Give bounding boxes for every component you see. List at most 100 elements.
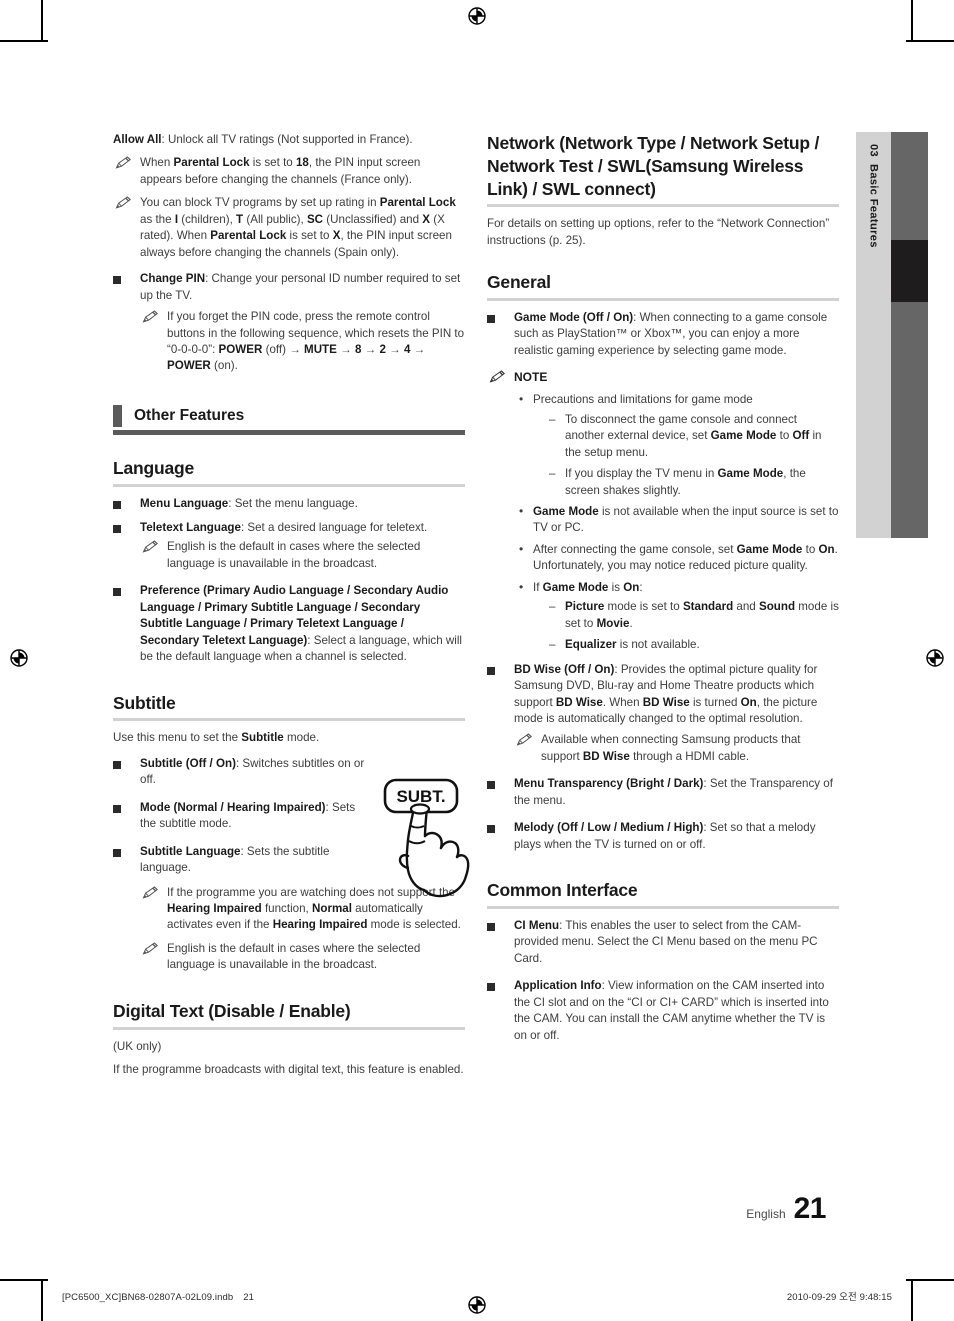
note-text: You can block TV programs by set up rati… [140,196,456,259]
menu-language-text: Menu Language: Set the menu language. [140,496,358,510]
crop-mark-bottom-left-horizontal [0,1279,48,1281]
list-item-preference-languages: Preference (Primary Audio Language / Sec… [113,583,465,665]
note-text: Available when connecting Samsung produc… [541,733,801,763]
note-sub-text: Picture mode is set to Standard and Soun… [565,600,839,630]
melody-text: Melody (Off / Low / Medium / High): Set … [514,821,816,851]
pencil-icon [489,370,506,383]
subtitle-mode-text: Mode (Normal / Hearing Impaired): Sets t… [140,800,356,831]
registration-mark-bottom [464,1292,490,1318]
crop-mark-top-left-vertical [41,0,43,40]
pencil-icon [115,156,132,170]
crop-mark-top-right-vertical [911,0,913,40]
note-bullet-text: If Game Mode is On: [533,580,643,594]
digital-text-description: If the programme broadcasts with digital… [113,1063,464,1077]
game-mode-text: Game Mode (Off / On): When connecting to… [514,310,828,357]
note-bullet-text: After connecting the game console, set G… [533,542,838,573]
note-text: English is the default in cases where th… [167,540,421,570]
list-item-ci-menu: CI Menu: This enables the user to select… [487,918,839,967]
list-item-menu-language: Menu Language: Set the menu language. [113,496,465,512]
note-bd-wise-hdmi: Available when connecting Samsung produc… [514,732,839,765]
note-sub-text: To disconnect the game console and conne… [565,412,822,459]
pencil-icon [142,310,159,323]
change-pin-term: Change PIN [140,272,206,286]
list-item-change-pin: Change PIN: Change your personal ID numb… [113,271,465,375]
imprint-filename: [PC6500_XC]BN68-02807A-02L09.indb [62,1292,234,1303]
subtitle-onoff-text: Subtitle (Off / On): Switches subtitles … [140,756,365,787]
note-sub-text: If you display the TV menu in Game Mode,… [565,467,806,497]
allow-all-term: Allow All [113,133,162,146]
crop-mark-top-right-horizontal [906,40,954,42]
note-sub-item: To disconnect the game console and conne… [549,412,839,461]
subtitle-language-text: Subtitle Language: Sets the subtitle lan… [140,844,330,875]
crop-mark-bottom-left-vertical [41,1281,43,1321]
note-text: When Parental Lock is set to 18, the PIN… [140,156,421,186]
note-parental-lock-18: When Parental Lock is set to 18, the PIN… [113,155,465,188]
folio-page-number: 21 [793,1192,827,1225]
crop-mark-top-left-horizontal [0,40,48,42]
list-item-subtitle-language: Subtitle Language: Sets the subtitle lan… [113,844,368,877]
note-bullet: After connecting the game console, set G… [517,541,839,575]
list-item-subtitle-mode: Mode (Normal / Hearing Impaired): Sets t… [113,800,368,833]
game-mode-note-list: Precautions and limitations for game mod… [487,391,839,654]
left-column: Allow All: Unlock all TV ratings (Not su… [113,132,465,1085]
note-sub-text: Equalizer is not available. [565,638,700,652]
list-item-bd-wise: BD Wise (Off / On): Provides the optimal… [487,662,839,766]
heading-general: General [487,271,839,301]
chapter-title: Basic Features [867,163,880,248]
page-folio: English 21 [746,1192,826,1226]
list-item-menu-transparency: Menu Transparency (Bright / Dark): Set t… [487,776,839,809]
heading-digital-text: Digital Text (Disable / Enable) [113,1000,465,1030]
banner-title: Other Features [134,406,245,424]
note-label: NOTE [514,370,548,385]
subt-button-illustration: SUBT. [372,778,476,902]
chapter-tab-label: 03 Basic Features [856,132,891,538]
menu-transparency-text: Menu Transparency (Bright / Dark): Set t… [514,777,833,807]
digital-text-uk-only: (UK only) [113,1039,162,1053]
folio-language: English [746,1207,786,1221]
imprint-page-number: 21 [243,1292,255,1303]
note-block-tv-programs: You can block TV programs by set up rati… [113,195,465,261]
manual-page: Allow All: Unlock all TV ratings (Not su… [0,0,954,1321]
note-bullet: Precautions and limitations for game mod… [517,391,839,499]
chapter-number: 03 [867,144,880,158]
network-paragraph: For details on setting up options, refer… [487,217,830,247]
note-subtitle-default-language: English is the default in cases where th… [140,941,465,974]
note-text: English is the default in cases where th… [167,941,421,972]
note-bullet: If Game Mode is On: Picture mode is set … [517,579,839,654]
note-sub-item: Equalizer is not available. [549,637,839,654]
note-bullet-text: Precautions and limitations for game mod… [533,393,753,407]
note-teletext-default: English is the default in cases where th… [140,539,465,572]
print-timestamp: 2010-09-29 오전 9:48:15 [786,1292,892,1303]
list-item-teletext-language: Teletext Language: Set a desired languag… [113,520,465,572]
heading-language: Language [113,457,465,487]
bd-wise-text: BD Wise (Off / On): Provides the optimal… [514,662,818,725]
pencil-icon [516,733,533,747]
registration-mark-right [922,645,948,671]
pencil-icon [142,942,159,955]
chapter-tab-dark-band [891,132,928,538]
svg-text:SUBT.: SUBT. [396,787,445,806]
note-heading: NOTE [487,369,839,386]
ci-menu-text: CI Menu: This enables the user to select… [514,918,818,965]
application-info-text: Application Info: View information on th… [514,979,829,1042]
registration-mark-top [464,3,490,29]
preference-text: Preference (Primary Audio Language / Sec… [140,584,462,664]
note-sub-item: If you display the TV menu in Game Mode,… [549,466,839,499]
pencil-icon [142,885,159,899]
heading-common-interface: Common Interface [487,879,839,909]
heading-network: Network (Network Type / Network Setup / … [487,132,839,208]
note-sub-item: Picture mode is set to Standard and Soun… [549,599,839,632]
subtitle-intro: Use this menu to set the Subtitle mode. [113,731,320,745]
note-sub-list: Picture mode is set to Standard and Soun… [533,599,839,654]
allow-all-text: : Unlock all TV ratings (Not supported i… [161,133,413,146]
crop-mark-bottom-right-horizontal [906,1279,954,1281]
note-text: If you forget the PIN code, press the re… [167,310,465,373]
crop-mark-bottom-right-vertical [911,1281,913,1321]
list-item-game-mode: Game Mode (Off / On): When connecting to… [487,310,839,359]
list-item-application-info: Application Info: View information on th… [487,978,839,1044]
banner-accent-bar [113,404,122,427]
note-forgot-pin: If you forget the PIN code, press the re… [140,309,465,375]
note-sub-list: To disconnect the game console and conne… [533,412,839,499]
note-bullet-text: Game Mode is not available when the inpu… [533,505,839,535]
chapter-tab-marker [891,240,928,302]
